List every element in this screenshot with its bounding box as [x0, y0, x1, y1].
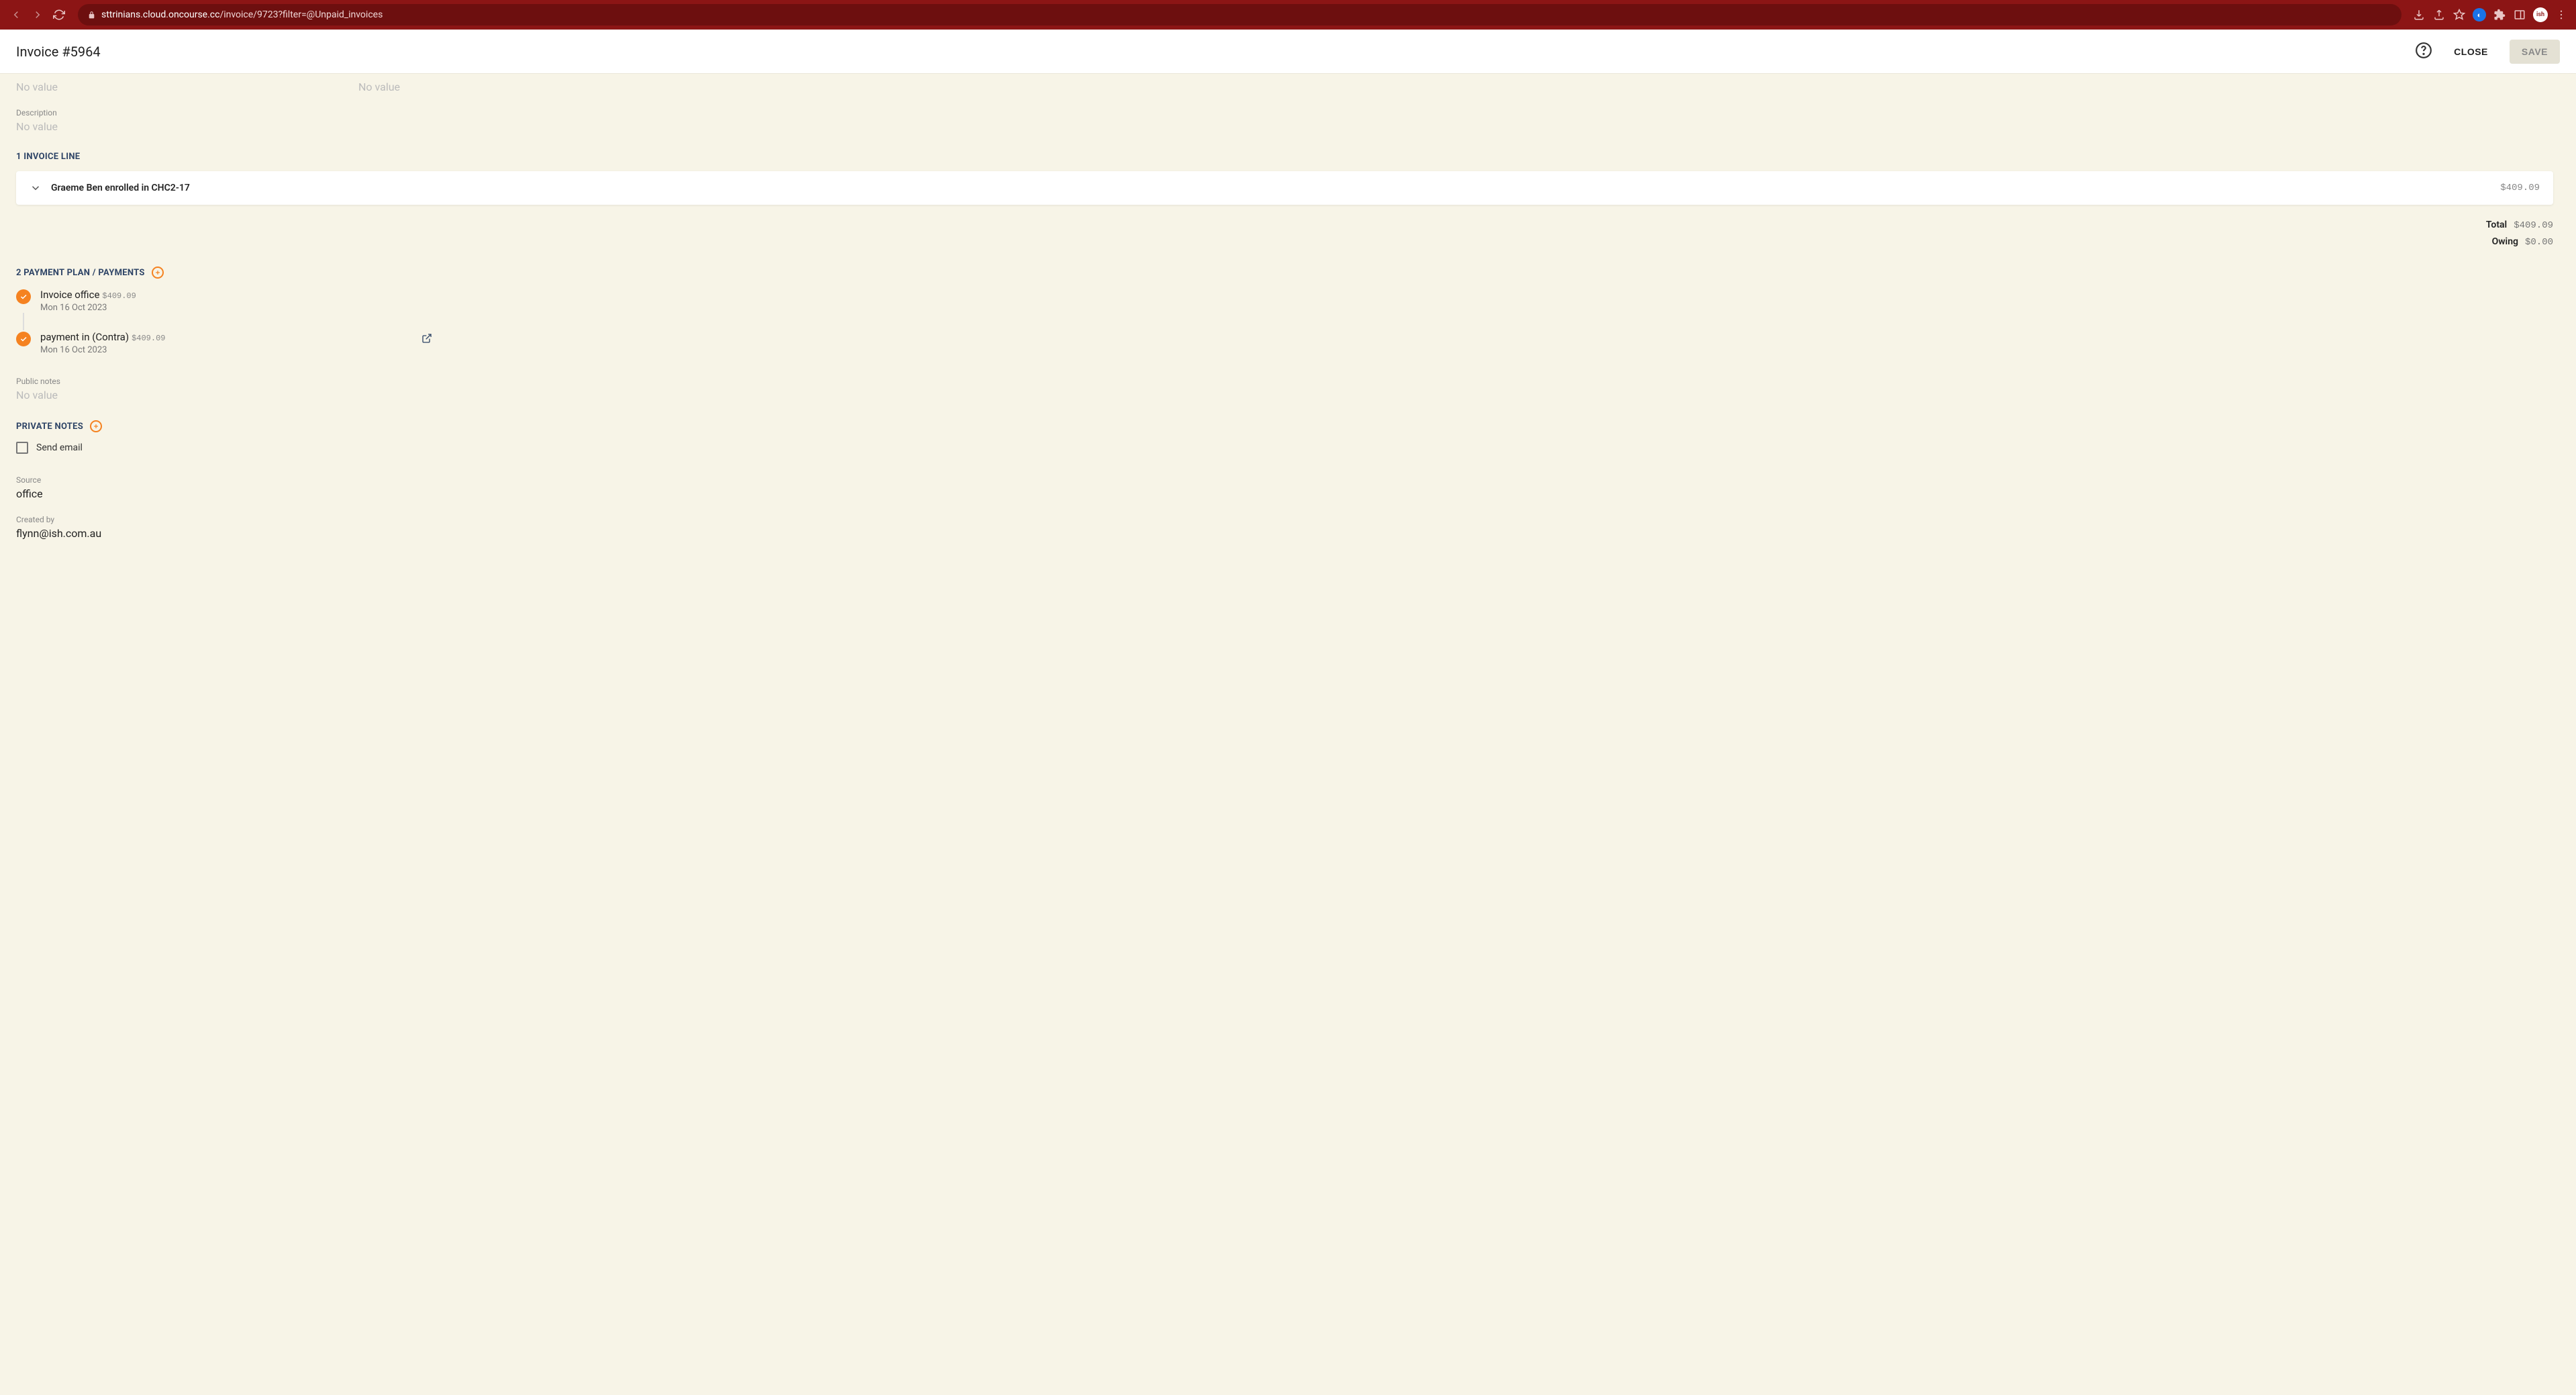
source-label: Source: [16, 475, 2564, 485]
public-notes-label: Public notes: [16, 377, 2564, 386]
share-icon[interactable]: [2432, 8, 2446, 21]
total-value: $409.09: [2514, 220, 2553, 231]
menu-icon[interactable]: [2555, 8, 2568, 21]
add-note-button[interactable]: [90, 420, 102, 432]
timeline-connector: [23, 313, 24, 330]
back-button[interactable]: [8, 7, 24, 23]
panel-icon[interactable]: [2513, 8, 2526, 21]
payment-title: payment in (Contra): [40, 331, 129, 343]
address-bar[interactable]: sttrinians.cloud.oncourse.cc/invoice/972…: [78, 4, 2401, 26]
bookmark-icon[interactable]: [2453, 8, 2466, 21]
open-external-icon[interactable]: [422, 333, 432, 346]
forward-button[interactable]: [30, 7, 46, 23]
browser-bar: sttrinians.cloud.oncourse.cc/invoice/972…: [0, 0, 2576, 30]
payment-item[interactable]: Invoice office$409.09 Mon 16 Oct 2023: [16, 288, 2564, 313]
profile-avatar[interactable]: ish: [2533, 7, 2548, 22]
page-title: Invoice #5964: [16, 44, 101, 60]
payment-item[interactable]: payment in (Contra)$409.09 Mon 16 Oct 20…: [16, 330, 165, 355]
payment-amount: $409.09: [102, 291, 136, 301]
download-icon[interactable]: [2412, 8, 2426, 21]
created-by-value: flynn@ish.com.au: [16, 527, 2564, 540]
total-label: Total: [2486, 220, 2507, 230]
extension-badge[interactable]: ◐: [2473, 8, 2486, 21]
send-email-checkbox[interactable]: Send email: [16, 442, 2564, 454]
chrome-actions: ◐ ish: [2412, 7, 2568, 22]
reload-button[interactable]: [51, 7, 67, 23]
checkbox-box: [16, 442, 28, 454]
private-notes-heading: PRIVATE NOTES: [16, 420, 2564, 432]
extensions-icon[interactable]: [2493, 8, 2506, 21]
created-by-label: Created by: [16, 515, 2564, 524]
payments-heading: 2 PAYMENT PLAN / PAYMENTS: [16, 267, 2564, 279]
url-text: sttrinians.cloud.oncourse.cc/invoice/972…: [101, 9, 383, 20]
save-button: SAVE: [2510, 40, 2560, 64]
description-label: Description: [16, 108, 2564, 117]
owing-label: Owing: [2492, 236, 2518, 247]
checkbox-label: Send email: [36, 442, 83, 453]
owing-value: $0.00: [2525, 237, 2553, 248]
invoice-lines-heading: 1 INVOICE LINE: [16, 152, 2564, 162]
check-icon: [16, 332, 31, 346]
close-button[interactable]: CLOSE: [2444, 41, 2497, 62]
payment-title: Invoice office: [40, 289, 99, 301]
top-field-2-value[interactable]: No value: [358, 81, 400, 93]
add-payment-button[interactable]: [152, 267, 164, 279]
public-notes-value[interactable]: No value: [16, 389, 2564, 401]
invoice-line-title: Graeme Ben enrolled in CHC2-17: [51, 183, 190, 193]
help-button[interactable]: [2415, 42, 2432, 62]
payment-date: Mon 16 Oct 2023: [40, 345, 165, 355]
check-icon: [16, 289, 31, 304]
top-field-1-value[interactable]: No value: [16, 81, 332, 93]
app-header: Invoice #5964 CLOSE SAVE: [0, 30, 2576, 74]
payment-amount: $409.09: [132, 334, 165, 343]
lock-icon: [87, 11, 96, 19]
source-value: office: [16, 487, 2564, 500]
payment-date: Mon 16 Oct 2023: [40, 303, 2564, 313]
chevron-down-icon: [30, 182, 42, 194]
invoice-line-row[interactable]: Graeme Ben enrolled in CHC2-17 $409.09: [16, 171, 2553, 205]
description-value[interactable]: No value: [16, 120, 2564, 133]
invoice-line-amount: $409.09: [2500, 183, 2540, 193]
content-scroll[interactable]: No value No value Description No value 1…: [0, 74, 2576, 1395]
